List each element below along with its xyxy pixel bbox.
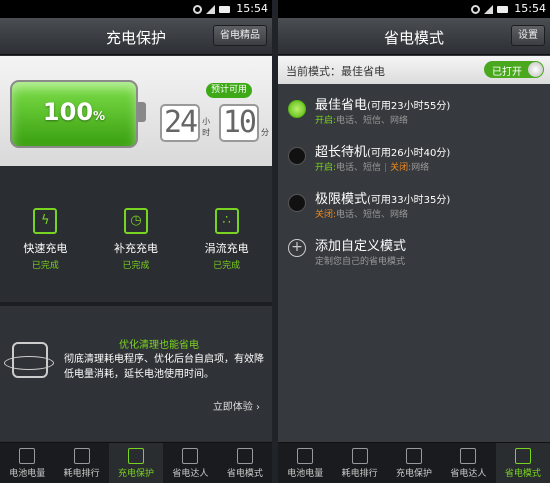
mode-icon	[236, 448, 253, 464]
nav-charge-protection[interactable]: 充电保护	[108, 443, 164, 483]
battery-status-icon	[219, 5, 230, 13]
clock: 15:54	[236, 2, 268, 15]
try-now-link[interactable]: 立即体验 ›	[213, 398, 260, 413]
battery-cap	[138, 102, 146, 122]
tip-title: 优化清理也能省电	[119, 340, 199, 351]
signal-icon	[484, 4, 493, 14]
status-bar: 15:54	[0, 0, 272, 18]
supplement-charge-icon: ◷	[123, 208, 148, 234]
minutes-value: 10	[218, 104, 259, 142]
estimate-badge: 预计可用	[206, 83, 253, 98]
charge-mode-status: 已完成	[31, 261, 59, 271]
charge-mode-fast[interactable]: ϟ 快速充电 已完成	[10, 208, 80, 271]
battery-graphic: 100%	[10, 80, 138, 148]
minutes-unit: 分	[261, 128, 269, 137]
battery-status-icon	[497, 5, 508, 13]
power-mode-toggle[interactable]: 已打开	[484, 61, 544, 78]
current-mode-bar: 当前模式：最佳省电 已打开	[278, 56, 550, 84]
mode-name: 超长待机(可用26小时40分)	[315, 145, 451, 160]
nav-power-mode[interactable]: 省电模式	[218, 443, 272, 483]
settings-button[interactable]: 设置	[511, 25, 545, 46]
mode-details: 关闭:电话、短信、网络	[315, 210, 409, 220]
battery-icon	[19, 448, 36, 464]
add-icon: +	[288, 239, 306, 257]
toggle-label: 已打开	[492, 67, 522, 78]
chevron-right-icon: ›	[256, 402, 260, 413]
mode-list: 最佳省电(可用23小时55分) 开启:电话、短信、网络 超长待机(可用26小时4…	[278, 88, 550, 276]
fast-charge-icon: ϟ	[33, 208, 58, 234]
bar-chart-icon	[73, 448, 90, 464]
mode-details: 开启:电话、短信 | 关闭:网络	[315, 163, 430, 173]
add-mode-sub: 定制您自己的省电模式	[315, 257, 406, 267]
charge-mode-label: 涓流充电	[204, 242, 249, 255]
signal-icon	[206, 4, 215, 14]
add-custom-mode[interactable]: + 添加自定义模式 定制您自己的省电模式	[278, 229, 550, 276]
battery-icon	[297, 448, 314, 464]
mode-details: 开启:电话、短信、网络	[315, 116, 409, 126]
nav-power-mode[interactable]: 省电模式	[495, 443, 550, 483]
clock: 15:54	[514, 2, 546, 15]
page-title: 省电模式	[383, 29, 444, 47]
battery-panel: 100% 预计可用 24 小时 10 分	[0, 56, 272, 166]
charge-mode-label: 快速充电	[23, 242, 68, 255]
charge-mode-label: 补充充电	[113, 242, 158, 255]
remaining-time: 24 小时 10 分	[160, 104, 272, 142]
nav-battery-level[interactable]: 电池电量	[278, 443, 332, 483]
leaf-icon	[460, 448, 477, 464]
hours-unit: 小时	[202, 117, 211, 137]
radio-unselected-icon[interactable]	[288, 194, 306, 212]
nav-power-expert[interactable]: 省电达人	[163, 443, 217, 483]
add-mode-label: 添加自定义模式	[315, 239, 407, 254]
sync-icon	[471, 4, 480, 14]
nav-power-expert[interactable]: 省电达人	[441, 443, 495, 483]
charge-mode-status: 已完成	[122, 261, 150, 271]
nav-battery-level[interactable]: 电池电量	[0, 443, 54, 483]
mode-name: 极限模式(可用33小时35分)	[315, 192, 451, 207]
nav-power-ranking[interactable]: 耗电排行	[332, 443, 386, 483]
charge-mode-status: 已完成	[213, 261, 241, 271]
status-bar: 15:54	[278, 0, 550, 18]
optimize-tip-card: 优化清理也能省电 彻底清理耗电程序、优化后台自启项，有效降低电量消耗，延长电池使…	[0, 306, 272, 441]
mode-best-saving[interactable]: 最佳省电(可用23小时55分) 开启:电话、短信、网络	[278, 88, 550, 135]
bar-chart-icon	[351, 448, 368, 464]
lightning-icon	[406, 448, 423, 464]
current-mode-text: 当前模式：最佳省电	[286, 65, 385, 78]
cleanup-battery-icon	[12, 342, 48, 378]
radio-unselected-icon[interactable]	[288, 147, 306, 165]
title-bar: 充电保护 省电精品	[0, 18, 272, 55]
bottom-nav: 电池电量 耗电排行 充电保护 省电达人 省电模式	[0, 442, 272, 483]
sync-icon	[193, 4, 202, 14]
tip-body: 彻底清理耗电程序、优化后台自启项，有效降低电量消耗，延长电池使用时间。	[64, 354, 264, 380]
power-saving-picks-button[interactable]: 省电精品	[213, 25, 267, 46]
charge-modes: ϟ 快速充电 已完成 ◷ 补充充电 已完成 ∴ 涓流充电 已完成	[0, 208, 272, 271]
mode-long-standby[interactable]: 超长待机(可用26小时40分) 开启:电话、短信 | 关闭:网络	[278, 135, 550, 182]
battery-percent: 100%	[42, 98, 106, 126]
toggle-knob	[528, 62, 543, 77]
lightning-icon	[128, 448, 145, 464]
hours-value: 24	[160, 104, 201, 142]
mode-icon	[514, 448, 531, 464]
charge-mode-supplement[interactable]: ◷ 补充充电 已完成	[101, 208, 171, 271]
power-mode-screen: 15:54 省电模式 设置 当前模式：最佳省电 已打开 最佳省电(可用23小时5…	[278, 0, 550, 483]
radio-selected-icon[interactable]	[288, 100, 306, 118]
bottom-nav: 电池电量 耗电排行 充电保护 省电达人 省电模式	[278, 442, 550, 483]
mode-extreme[interactable]: 极限模式(可用33小时35分) 关闭:电话、短信、网络	[278, 182, 550, 229]
leaf-icon	[182, 448, 199, 464]
nav-power-ranking[interactable]: 耗电排行	[54, 443, 108, 483]
charge-protection-screen: 15:54 充电保护 省电精品 100% 预计可用 24 小时 10 分 ϟ 快…	[0, 0, 272, 483]
nav-charge-protection[interactable]: 充电保护	[387, 443, 441, 483]
mode-name: 最佳省电(可用23小时55分)	[315, 98, 451, 113]
trickle-charge-icon: ∴	[214, 208, 239, 234]
title-bar: 省电模式 设置	[278, 18, 550, 55]
charge-mode-trickle[interactable]: ∴ 涓流充电 已完成	[192, 208, 262, 271]
